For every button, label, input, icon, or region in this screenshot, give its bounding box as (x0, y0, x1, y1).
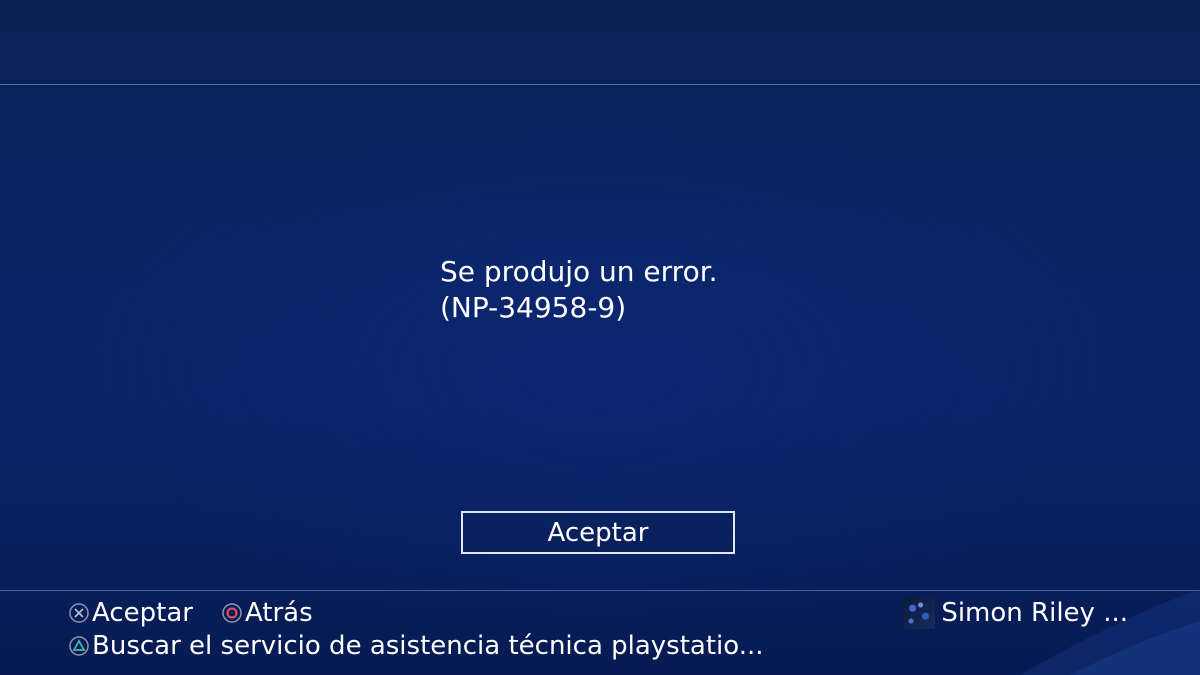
user-profile[interactable]: Simon Riley ... (903, 596, 1128, 630)
top-divider (0, 84, 1200, 85)
hint-support[interactable]: Buscar el servicio de asistencia técnica… (68, 631, 764, 661)
accept-button[interactable]: Aceptar (461, 511, 735, 554)
footer-support-row: Buscar el servicio de asistencia técnica… (68, 629, 792, 663)
background-wave (1020, 589, 1200, 675)
user-name: Simon Riley ... (941, 598, 1128, 628)
avatar (903, 597, 936, 629)
cross-button-icon (68, 602, 90, 624)
triangle-button-icon (68, 635, 90, 657)
circle-button-icon (221, 602, 243, 624)
footer-hints-row: Aceptar Atrás (68, 596, 341, 630)
hint-accept[interactable]: Aceptar (68, 598, 193, 628)
hint-accept-label: Aceptar (92, 598, 193, 628)
error-code: (NP-34958-9) (440, 291, 627, 324)
hint-back-label: Atrás (244, 598, 313, 628)
accept-button-label: Aceptar (547, 517, 649, 548)
hint-support-label: Buscar el servicio de asistencia técnica… (92, 631, 764, 661)
error-message: Se produjo un error. (NP-34958-9) (440, 254, 1040, 326)
error-title: Se produjo un error. (440, 255, 718, 288)
hint-back[interactable]: Atrás (221, 598, 313, 628)
bottom-divider (0, 590, 1200, 591)
